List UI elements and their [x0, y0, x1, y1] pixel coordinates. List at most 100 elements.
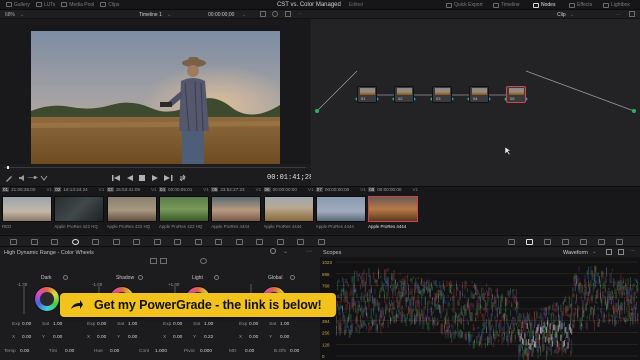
scope-type-selector[interactable]: Waveform [563, 250, 588, 256]
adjust-value[interactable]: 0.00 [290, 349, 299, 354]
lightbox-toggle-label[interactable]: Lightbox [611, 2, 630, 8]
lightbox-toggle-button[interactable]: Lightbox [603, 0, 630, 10]
color-warper-icon[interactable] [153, 239, 161, 245]
color-node[interactable]: 02 [394, 86, 414, 103]
node-more-options-icon[interactable]: ⋯ [616, 12, 621, 18]
play-reverse-icon[interactable] [126, 174, 134, 182]
color-wheel[interactable] [34, 286, 60, 312]
param-value[interactable]: 0.00 [280, 335, 289, 340]
topbar-luts-label[interactable]: LUTs [44, 2, 55, 8]
viewer-options-icon[interactable] [260, 11, 266, 17]
node-editor[interactable]: 01 02 03 04 05 [311, 19, 640, 186]
clip-thumbnail[interactable]: 03 15:53:41:09 V1 Apple ProRes 422 HQ [106, 187, 159, 233]
topbar-clips[interactable]: Clips [100, 2, 119, 8]
param-value[interactable]: 0.00 [128, 335, 137, 340]
wheel-reset-icon[interactable] [63, 275, 68, 280]
wheel-master-slider[interactable] [23, 284, 25, 314]
clip-thumbnail[interactable]: 08 00:00:00:00 V1 Apple ProRes 4444 [368, 187, 420, 233]
adjust-value[interactable]: 0.00 [65, 349, 74, 354]
go-to-end-icon[interactable] [164, 174, 173, 182]
clip-thumbnail[interactable]: 07 00:00:00:00 V1 Apple ProRes 4444 [315, 187, 368, 233]
node-mode-selector[interactable]: Clip [557, 12, 566, 18]
effects-toggle-button[interactable]: Effects [569, 0, 592, 10]
play-icon[interactable] [151, 174, 159, 182]
key-icon[interactable] [276, 239, 284, 245]
topbar-media-pool[interactable]: Media Pool [61, 2, 94, 8]
magic-mask-icon[interactable] [235, 239, 243, 245]
3d-icon[interactable] [317, 239, 325, 245]
stop-icon[interactable] [138, 174, 146, 182]
param-value[interactable]: 1.00 [53, 322, 62, 327]
wheel-reset-icon[interactable] [214, 275, 219, 280]
param-value[interactable]: 0.00 [97, 322, 106, 327]
chevron-down-icon[interactable]: ⌄ [20, 12, 24, 18]
param-value[interactable]: 1.00 [128, 322, 137, 327]
nodes-toggle-label[interactable]: Nodes [541, 2, 555, 8]
timeline-selector[interactable]: Timeline 1 [139, 12, 162, 18]
vectorscope-icon[interactable] [562, 239, 569, 245]
topbar-clips-label[interactable]: Clips [108, 2, 119, 8]
scope-settings-icon[interactable] [606, 249, 612, 255]
param-value[interactable]: 0.00 [249, 322, 258, 327]
adjust-value[interactable]: 1.000 [155, 349, 167, 354]
topbar-media-pool-label[interactable]: Media Pool [69, 2, 94, 8]
parade-icon[interactable] [544, 239, 551, 245]
wheels-more-options-icon[interactable]: ⋯ [306, 248, 312, 255]
topbar-gallery-label[interactable]: Gallery [14, 2, 30, 8]
blur-icon[interactable] [256, 239, 263, 245]
fullscreen-icon[interactable] [285, 11, 291, 17]
histogram-icon[interactable] [580, 239, 587, 245]
param-value[interactable]: 0.00 [97, 335, 106, 340]
scope-expand-icon[interactable] [618, 249, 624, 255]
nodes-toggle-button[interactable]: Nodes [533, 0, 555, 10]
adjust-value[interactable]: 0.00 [245, 349, 254, 354]
quick-export-button[interactable]: Quick Export [446, 0, 483, 10]
clip-thumbnail[interactable]: 06 00:00:00:00 V1 Apple ProRes 4444 [263, 187, 316, 233]
timeline-scrubber[interactable] [4, 166, 306, 169]
wipe-icon[interactable] [272, 11, 278, 17]
wheel-reset-icon[interactable] [290, 275, 295, 280]
primaries-icon[interactable] [51, 239, 58, 245]
timecode-chevron-icon[interactable]: ⌄ [242, 12, 246, 18]
tracker-icon[interactable] [215, 239, 222, 245]
speaker-icon[interactable] [18, 174, 26, 182]
param-value[interactable]: 0.00 [22, 335, 31, 340]
param-value[interactable]: 0.22 [204, 335, 213, 340]
qualifier-icon[interactable] [174, 239, 181, 245]
go-to-start-icon[interactable] [112, 174, 121, 182]
sizing-icon[interactable] [297, 239, 304, 245]
waveform-icon[interactable] [526, 239, 533, 245]
pen-tool-icon[interactable] [5, 174, 13, 182]
hdr-icon[interactable] [71, 239, 79, 245]
clip-thumbnail[interactable]: 01 21:05:35:00 V1 RED [2, 187, 54, 233]
viewer-zoom[interactable]: 68% [5, 12, 15, 18]
video-frame[interactable] [31, 31, 280, 164]
adjust-value[interactable]: 0.00 [110, 349, 119, 354]
promo-banner[interactable]: Get my PowerGrade - the link is below! [60, 293, 336, 317]
clip-thumbnail[interactable]: 05 23:52:27:23 V1 Apple ProRes 4444 [211, 187, 263, 233]
timeline-chevron-icon[interactable]: ⌄ [167, 12, 171, 18]
color-match-icon[interactable] [30, 239, 38, 245]
audio-chevron-icon[interactable] [40, 174, 48, 182]
scope-type-chevron-icon[interactable]: ⌄ [592, 249, 597, 255]
node-zoom-icon[interactable] [629, 11, 635, 17]
param-value[interactable]: 0.00 [173, 322, 182, 327]
node-mode-chevron-icon[interactable]: ⌄ [570, 12, 574, 18]
timeline-toggle-label[interactable]: Timeline [501, 2, 520, 8]
effects-toggle-label[interactable]: Effects [577, 2, 592, 8]
clip-thumbnail[interactable]: 04 00:00:05:01 V1 Apple ProRes 422 HQ [158, 187, 211, 233]
clip-thumbnail[interactable]: 02 18:13:24:24 V1 Apple ProRes 422 HQ [54, 187, 106, 233]
reset-all-icon[interactable] [200, 258, 207, 264]
more-options-icon[interactable]: ⋯ [298, 11, 303, 17]
param-value[interactable]: 0.00 [53, 335, 62, 340]
param-value[interactable]: 0.00 [173, 335, 182, 340]
color-node[interactable]: 03 [432, 86, 452, 103]
color-node[interactable]: 05 [506, 86, 526, 103]
param-value[interactable]: 0.00 [22, 322, 31, 327]
scope-settings-icon-2[interactable] [616, 239, 623, 245]
scope-more-options-icon[interactable]: ⋯ [630, 248, 636, 254]
param-value[interactable]: 1.00 [204, 322, 213, 327]
hdr-options-icon[interactable] [160, 258, 167, 264]
hdr-mode-icon[interactable] [150, 258, 157, 264]
rgb-mixer-icon[interactable] [92, 239, 99, 245]
